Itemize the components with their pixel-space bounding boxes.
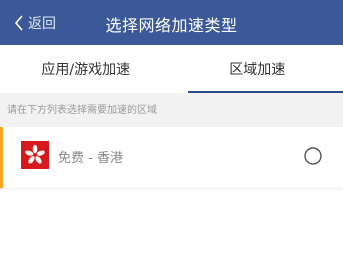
page-title: 选择网络加速类型 — [105, 16, 238, 35]
tab-region-acceleration[interactable]: 区域加速 — [172, 45, 343, 93]
region-label: 免费 - 香港 — [58, 151, 123, 166]
radio-button[interactable] — [304, 147, 322, 165]
region-list-item[interactable]: 免费 - 香港 — [0, 127, 343, 189]
selected-accent-bar — [0, 127, 3, 188]
hong-kong-flag-icon — [21, 141, 49, 169]
empty-area — [0, 189, 343, 266]
top-bar: 返回 选择网络加速类型 — [0, 0, 343, 45]
hint-text: 请在下方列表选择需要加速的区域 — [7, 105, 157, 116]
tab-app-game-acceleration[interactable]: 应用/游戏加速 — [0, 45, 172, 93]
tab-bar: 应用/游戏加速 区域加速 — [0, 45, 343, 93]
